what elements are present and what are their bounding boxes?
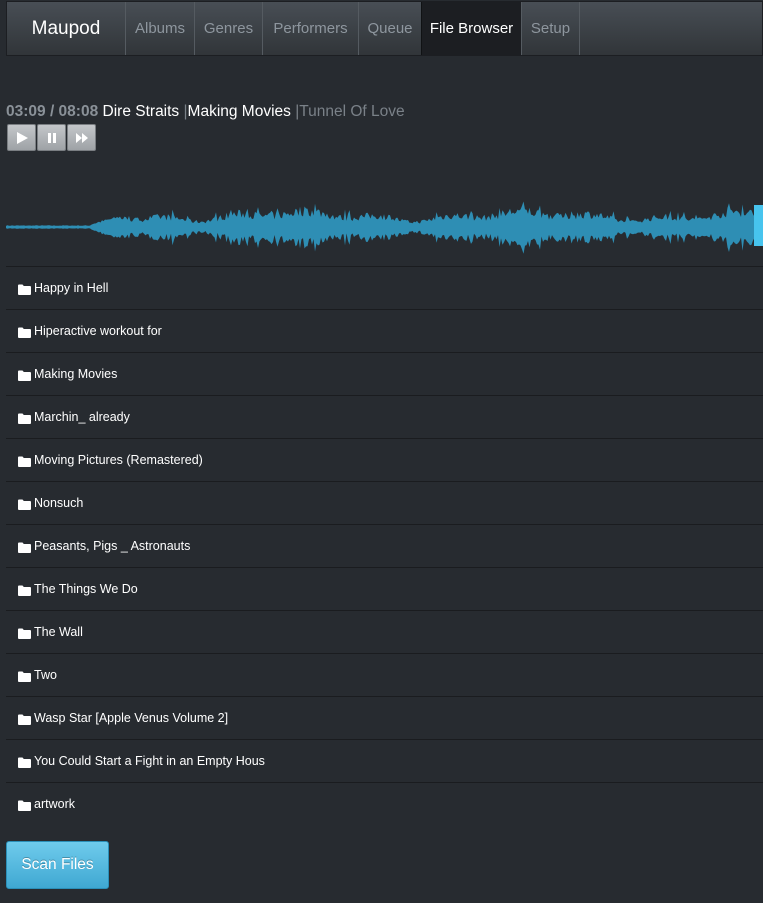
brand-link[interactable]: Maupod <box>7 2 125 55</box>
folder-name: Happy in Hell <box>34 281 109 295</box>
folder-name: Nonsuch <box>34 496 84 510</box>
folder-icon <box>18 714 31 725</box>
folder-icon <box>18 370 31 381</box>
file-list: Happy in Hell Hiperactive workout for Maki… <box>6 266 763 825</box>
folder-icon <box>18 413 31 424</box>
folder-list-item[interactable]: artwork <box>6 782 763 825</box>
folder-list-item[interactable]: Wasp Star [Apple Venus Volume 2] <box>6 696 763 739</box>
next-button[interactable] <box>67 124 96 151</box>
waveform-seekbar[interactable] <box>6 168 763 266</box>
folder-name: Peasants, Pigs _ Astronauts <box>34 539 191 553</box>
tab-performers[interactable]: Performers <box>262 2 358 55</box>
folder-list-item[interactable]: The Things We Do <box>6 567 763 610</box>
next-icon <box>75 132 88 143</box>
folder-list-item[interactable]: Nonsuch <box>6 481 763 524</box>
folder-name: Making Movies <box>34 367 118 381</box>
folder-icon <box>18 628 31 639</box>
folder-list-item[interactable]: Marchin_ already <box>6 395 763 438</box>
playback-controls <box>7 124 96 151</box>
tab-setup[interactable]: Setup <box>521 2 580 55</box>
folder-name: Wasp Star [Apple Venus Volume 2] <box>34 711 229 725</box>
folder-list-item[interactable]: Making Movies <box>6 352 763 395</box>
folder-list-item[interactable]: Moving Pictures (Remastered) <box>6 438 763 481</box>
folder-list-item[interactable]: Hiperactive workout for <box>6 309 763 352</box>
folder-icon <box>18 542 31 553</box>
now-playing-album[interactable]: Making Movies <box>188 103 291 120</box>
navbar: Maupod Albums Genres Performers Queue Fi… <box>6 1 763 56</box>
folder-icon <box>18 327 31 338</box>
now-playing: 03:09 / 08:08 Dire Straits |Making Movie… <box>6 103 405 121</box>
waveform-shape <box>6 201 762 254</box>
folder-name: Marchin_ already <box>34 410 130 424</box>
folder-list-item[interactable]: The Wall <box>6 610 763 653</box>
folder-name: Moving Pictures (Remastered) <box>34 453 203 467</box>
folder-list-item[interactable]: Peasants, Pigs _ Astronauts <box>6 524 763 567</box>
pause-button[interactable] <box>37 124 66 151</box>
play-button[interactable] <box>7 124 36 151</box>
folder-name: The Wall <box>34 625 83 639</box>
folder-icon <box>18 499 31 510</box>
folder-list-item[interactable]: You Could Start a Fight in an Empty Hous <box>6 739 763 782</box>
folder-icon <box>18 456 31 467</box>
folder-list-item[interactable]: Happy in Hell <box>6 266 763 309</box>
now-playing-track: Tunnel Of Love <box>299 103 405 120</box>
folder-icon <box>18 585 31 596</box>
pause-icon <box>47 132 56 143</box>
playhead-cursor <box>754 205 763 246</box>
tab-albums[interactable]: Albums <box>125 2 194 55</box>
now-playing-artist[interactable]: Dire Straits <box>103 103 180 120</box>
folder-name: Hiperactive workout for <box>34 324 162 338</box>
folder-icon <box>18 800 31 811</box>
scan-files-button[interactable]: Scan Files <box>6 841 109 889</box>
tab-queue[interactable]: Queue <box>358 2 421 55</box>
folder-icon <box>18 671 31 682</box>
folder-name: artwork <box>34 797 75 811</box>
folder-name: You Could Start a Fight in an Empty Hous <box>34 754 265 768</box>
tab-genres[interactable]: Genres <box>194 2 262 55</box>
tab-file-browser[interactable]: File Browser <box>421 2 521 55</box>
playback-time: 03:09 / 08:08 <box>6 103 99 120</box>
folder-name: Two <box>34 668 57 682</box>
folder-list-item[interactable]: Two <box>6 653 763 696</box>
folder-icon <box>18 284 31 295</box>
play-icon <box>16 131 28 144</box>
folder-name: The Things We Do <box>34 582 138 596</box>
folder-icon <box>18 757 31 768</box>
